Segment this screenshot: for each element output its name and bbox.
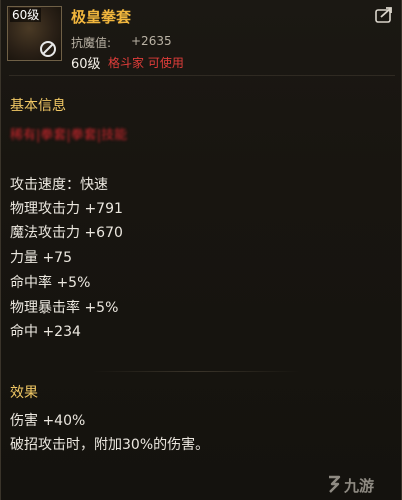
no-entry-icon: [40, 41, 56, 57]
stat-hit: 命中 +234: [10, 324, 81, 340]
stat-physical-attack: 物理攻击力 +791: [10, 201, 123, 217]
blurred-info-line: 稀有|拳套|拳套|技能: [10, 128, 128, 143]
jiuyou-logo: [329, 475, 341, 493]
stat-magic-attack: 魔法攻击力 +670: [10, 225, 123, 241]
resist-label: 抗魔值:: [71, 36, 112, 50]
header-divider: [9, 75, 395, 76]
stat-hit-rate: 命中率 +5%: [10, 275, 91, 291]
item-level-badge: 60级: [10, 8, 42, 22]
class-restriction: 格斗家 可使用: [108, 56, 184, 70]
item-icon[interactable]: 60级: [7, 6, 62, 61]
section-divider: [91, 371, 301, 372]
required-level: 60级: [71, 57, 101, 72]
tooltip-header: 60级 极皇拳套 抗魔值: +2635 60级 格斗家 可使用: [1, 0, 402, 76]
item-tooltip: 60级 极皇拳套 抗魔值: +2635 60级 格斗家 可使用 基本信息 稀有|…: [0, 0, 402, 500]
watermark-text: 九游: [344, 478, 375, 495]
effect-title: 效果: [10, 385, 38, 401]
share-icon[interactable]: [375, 7, 393, 23]
item-name: 极皇拳套: [71, 8, 132, 26]
stat-physical-crit: 物理暴击率 +5%: [10, 300, 119, 316]
resist-value: +2635: [131, 34, 172, 48]
stat-strength: 力量 +75: [10, 250, 72, 266]
effect-break-attack: 破招攻击时，附加30%的伤害。: [10, 437, 210, 453]
basic-info-title: 基本信息: [10, 98, 66, 114]
effect-damage: 伤害 +40%: [10, 413, 86, 429]
stat-attack-speed: 攻击速度：快速: [10, 177, 108, 193]
